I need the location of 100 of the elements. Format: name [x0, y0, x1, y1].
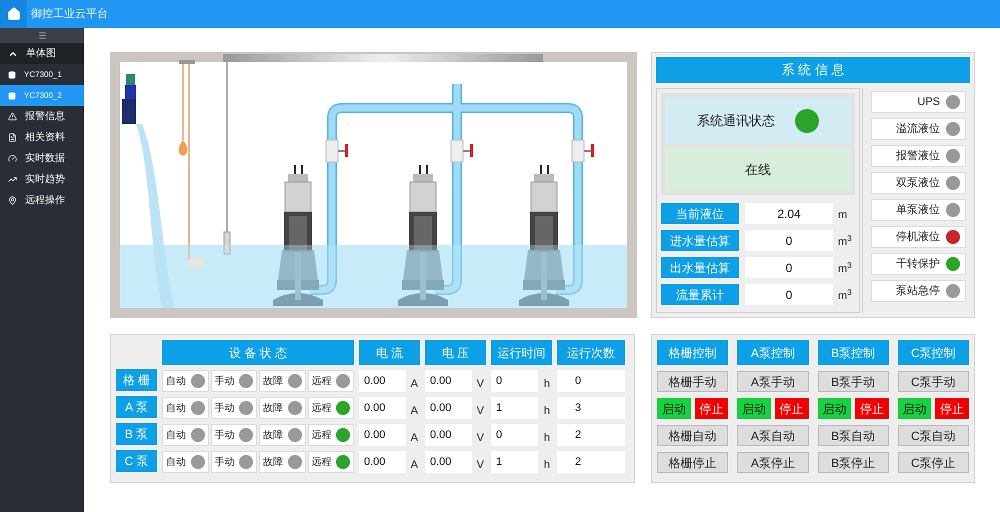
- sidebar-item[interactable]: 实时数据: [0, 148, 84, 169]
- measurement-value: 0: [745, 284, 833, 305]
- control-header: A泵控制: [737, 340, 808, 365]
- column-header: 电 压: [425, 340, 486, 365]
- indicator-label: 单泵液位: [896, 202, 940, 218]
- indicator-label: 停机液位: [896, 230, 940, 245]
- measurement-value: 2.04: [745, 203, 833, 224]
- unit-label: V: [476, 430, 484, 446]
- unit-label: V: [476, 376, 484, 392]
- status-label: 远程: [312, 374, 332, 388]
- status-label: 手动: [214, 402, 234, 416]
- start-button[interactable]: 启动: [898, 398, 932, 419]
- unit-label: m: [838, 208, 848, 224]
- start-button[interactable]: 启动: [737, 398, 771, 419]
- control-header: B泵控制: [818, 340, 889, 365]
- indicator-label: UPS: [917, 94, 940, 110]
- status-label: 故障: [263, 402, 283, 416]
- nav-icon: [8, 175, 17, 184]
- row-label: B 泵: [116, 423, 157, 445]
- halt-button[interactable]: A泵停止: [737, 452, 808, 473]
- halt-button[interactable]: C泵停止: [898, 452, 969, 473]
- halt-button[interactable]: 格栅停止: [657, 452, 728, 473]
- database-icon: [8, 70, 16, 78]
- value-cell: 0: [557, 370, 625, 392]
- unit-label: h: [544, 458, 550, 473]
- stop-button[interactable]: 停止: [855, 398, 889, 419]
- start-button[interactable]: 启动: [657, 398, 691, 419]
- status-label: 手动: [214, 374, 234, 388]
- unit-label: V: [476, 404, 484, 419]
- start-button[interactable]: 启动: [818, 398, 852, 419]
- stop-button[interactable]: 停止: [694, 398, 728, 419]
- measurement-label: 当前液位: [661, 203, 739, 224]
- menu-icon: [38, 31, 46, 40]
- status-label: 远程: [312, 428, 332, 442]
- value-cell: 2: [557, 451, 625, 473]
- unit-label: m$^{3}$: [838, 261, 852, 278]
- measurement-value: 0: [745, 257, 833, 278]
- sidebar-item[interactable]: YC7300_1: [0, 64, 84, 85]
- halt-button[interactable]: B泵停止: [818, 452, 889, 473]
- status-label: 手动: [214, 428, 234, 442]
- nav-icon: [8, 112, 17, 121]
- stop-button[interactable]: 停止: [935, 398, 969, 419]
- value-cell: 0.00: [425, 424, 472, 446]
- stop-button[interactable]: 停止: [774, 398, 808, 419]
- unit-label: A: [410, 458, 418, 473]
- control-header: 格栅控制: [657, 340, 728, 365]
- column-header: 设 备 状 态: [162, 340, 354, 365]
- row-label: 格 栅: [116, 369, 157, 391]
- auto-button[interactable]: A泵自动: [737, 425, 808, 446]
- measurement-label: 流量累计: [661, 284, 739, 305]
- manual-button[interactable]: A泵手动: [737, 371, 808, 392]
- indicator-label: 报警液位: [896, 148, 940, 164]
- manual-button[interactable]: C泵手动: [898, 371, 969, 392]
- value-cell: 1: [491, 451, 538, 473]
- value-cell: 0.00: [425, 370, 472, 392]
- value-cell: 0.00: [425, 397, 472, 419]
- manual-button[interactable]: B泵手动: [818, 371, 889, 392]
- value-cell: 2: [557, 424, 625, 446]
- measurement-value: 0: [745, 230, 833, 251]
- unit-label: h: [544, 376, 550, 392]
- value-cell: 0.00: [359, 451, 406, 473]
- unit-label: m$^{3}$: [838, 288, 852, 304]
- indicator-label: 双泵液位: [896, 176, 940, 191]
- row-label: C 泵: [116, 450, 157, 472]
- measurement-label: 进水量估算: [661, 230, 739, 251]
- sidebar-item[interactable]: 实时趋势: [0, 169, 84, 190]
- panel-title: 系 统 信 息: [656, 57, 970, 83]
- indicator-label: 溢流液位: [896, 122, 940, 137]
- unit-label: A: [410, 404, 418, 419]
- unit-label: h: [544, 430, 550, 446]
- status-label: 自动: [166, 428, 186, 442]
- manual-button[interactable]: 格栅手动: [657, 371, 728, 392]
- column-header: 运行时间: [491, 340, 552, 365]
- comm-status-label: 系统通讯状态: [697, 112, 775, 130]
- status-label: 远程: [312, 456, 332, 470]
- value-cell: 0.00: [359, 424, 406, 446]
- auto-button[interactable]: C泵自动: [898, 425, 969, 446]
- status-label: 故障: [263, 456, 283, 470]
- value-cell: 0.00: [359, 397, 406, 419]
- sidebar-item[interactable]: 相关资料: [0, 127, 84, 148]
- measurement-label: 出水量估算: [661, 257, 739, 278]
- indicator-label: 泵站急停: [896, 284, 940, 299]
- value-cell: 3: [557, 397, 625, 419]
- status-label: 自动: [166, 402, 186, 416]
- control-header: C泵控制: [898, 340, 969, 365]
- column-header: 运行次数: [557, 340, 625, 365]
- value-cell: 1: [491, 397, 538, 419]
- auto-button[interactable]: 格栅自动: [657, 425, 728, 446]
- row-label: A 泵: [116, 396, 157, 418]
- value-cell: 0.00: [425, 451, 472, 473]
- status-label: 自动: [166, 374, 186, 388]
- nav-icon: [8, 154, 17, 163]
- unit-label: m$^{3}$: [838, 234, 852, 250]
- sidebar-item[interactable]: 远程操作: [0, 190, 84, 211]
- sidebar-group[interactable]: 单体图: [0, 43, 84, 64]
- unit-label: A: [410, 430, 418, 446]
- auto-button[interactable]: B泵自动: [818, 425, 889, 446]
- home-button[interactable]: [0, 0, 27, 28]
- sidebar-item[interactable]: 报警信息: [0, 106, 84, 127]
- home-icon: [6, 7, 20, 21]
